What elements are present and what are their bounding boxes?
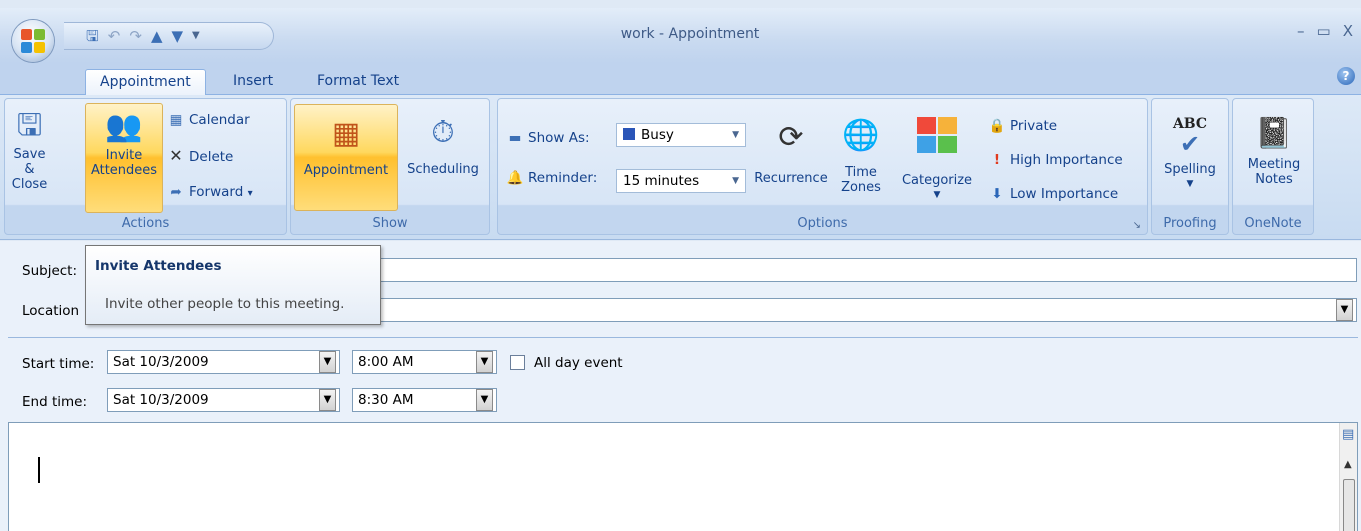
tooltip: Invite Attendees Invite other people to … [85, 245, 381, 325]
spelling-button[interactable]: ABC ✔ Spelling ▼ [1154, 107, 1226, 211]
meeting-notes-button[interactable]: 📓 Meeting Notes [1237, 107, 1311, 211]
end-time-dropdown-button[interactable]: ▼ [476, 389, 493, 411]
low-importance-icon: ⬇ [991, 186, 1003, 202]
group-label-options: Options [797, 216, 848, 231]
previous-item-icon[interactable]: ▲ [151, 28, 163, 44]
vertical-scrollbar[interactable]: ▤ ▲ [1339, 423, 1357, 531]
checkmark-icon: ✔ [1179, 130, 1201, 158]
save-close-button[interactable]: 🖫 Save & Close [7, 103, 52, 211]
minimize-button[interactable]: – [1297, 22, 1305, 40]
chevron-down-icon: ▼ [933, 190, 941, 200]
forward-button[interactable]: ➦ Forward ▾ [167, 183, 253, 203]
all-day-label: All day event [534, 355, 623, 371]
maximize-button[interactable]: ▭ [1317, 22, 1331, 40]
low-importance-button[interactable]: ⬇ Low Importance [988, 185, 1118, 203]
categorize-button[interactable]: Categorize ▼ [896, 107, 978, 211]
calendar-icon: ▦ [169, 112, 183, 128]
calendar-button[interactable]: ▦ Calendar [167, 111, 250, 129]
bell-icon: 🔔 [506, 170, 524, 186]
time-zones-button[interactable]: 🌐 Time Zones [836, 107, 886, 211]
group-label-onenote: OneNote [1244, 216, 1302, 231]
chevron-down-icon: ▾ [247, 188, 253, 199]
ruler-icon[interactable]: ▤ [1342, 427, 1354, 442]
start-date-input[interactable]: Sat 10/3/2009 [107, 350, 340, 374]
reminder-dropdown[interactable]: 15 minutes ▼ [616, 169, 746, 193]
chevron-down-icon: ▼ [732, 130, 739, 140]
window-controls: – ▭ X [1297, 22, 1353, 40]
start-time-dropdown-button[interactable]: ▼ [476, 351, 493, 373]
tooltip-description: Invite other people to this meeting. [105, 296, 345, 312]
group-show: ▦ Appointment ⏱ Scheduling Show [290, 98, 490, 235]
reminder-label: 🔔 Reminder: [506, 170, 598, 186]
group-proofing: ABC ✔ Spelling ▼ Proofing [1151, 98, 1229, 235]
text-cursor [38, 457, 40, 483]
chevron-down-icon: ▼ [732, 176, 739, 186]
people-icon: 👥 [105, 109, 143, 144]
lock-icon: 🔒 [988, 118, 1006, 134]
location-dropdown-button[interactable]: ▼ [1336, 299, 1353, 321]
show-as-icon: ▬ [508, 130, 522, 146]
end-date-input[interactable]: Sat 10/3/2009 [107, 388, 340, 412]
save-close-icon: 🖫 [16, 108, 43, 143]
end-time-label: End time: [22, 394, 87, 410]
redo-icon[interactable]: ↷ [129, 28, 142, 44]
recurrence-button[interactable]: ⟳ Recurrence [749, 107, 833, 211]
ribbon-tabs: Appointment Insert Format Text ? [0, 63, 1361, 96]
recurrence-icon: ⟳ [778, 120, 804, 155]
delete-icon: ✕ [169, 146, 183, 165]
tab-format-text[interactable]: Format Text [303, 69, 413, 95]
group-label-proofing: Proofing [1163, 216, 1217, 231]
undo-icon[interactable]: ↶ [108, 28, 121, 44]
show-as-label: ▬ Show As: [506, 129, 590, 147]
office-logo-icon [21, 29, 45, 53]
group-label-show: Show [372, 216, 408, 231]
delete-button[interactable]: ✕ Delete [167, 147, 233, 166]
next-item-icon[interactable]: ▼ [171, 28, 183, 44]
tooltip-title: Invite Attendees [95, 258, 222, 274]
group-options: ▬ Show As: Busy ▼ 🔔 Reminder: 15 minutes ▼… [497, 98, 1148, 235]
end-date-dropdown-button[interactable]: ▼ [319, 389, 336, 411]
high-importance-icon: ! [993, 152, 1001, 168]
dialog-launcher-icon[interactable]: ↘ [1133, 220, 1141, 231]
all-day-checkbox[interactable] [510, 355, 525, 370]
location-label: Location [22, 303, 80, 319]
high-importance-button[interactable]: ! High Importance [988, 151, 1123, 169]
help-icon[interactable]: ? [1337, 67, 1355, 85]
scheduling-button[interactable]: ⏱ Scheduling [399, 104, 487, 211]
notes-body-editor[interactable]: ▤ ▲ [8, 422, 1358, 531]
subject-label: Subject: [22, 263, 78, 279]
tab-appointment[interactable]: Appointment [85, 69, 206, 96]
quick-access-toolbar: 🖫 ↶ ↷ ▲ ▼ ▼ [64, 22, 274, 50]
close-button[interactable]: X [1343, 22, 1353, 40]
busy-swatch-icon [623, 128, 635, 140]
forward-icon: ➦ [170, 184, 182, 200]
onenote-icon: 📓 [1255, 116, 1293, 151]
window-title: work - Appointment [620, 26, 760, 42]
private-button[interactable]: 🔒 Private [988, 117, 1057, 135]
group-label-actions: Actions [121, 216, 170, 231]
save-icon[interactable]: 🖫 [86, 28, 99, 44]
show-as-dropdown[interactable]: Busy ▼ [616, 123, 746, 147]
customize-qat-icon[interactable]: ▼ [192, 31, 200, 41]
chevron-down-icon: ▼ [1186, 179, 1194, 189]
start-time-label: Start time: [22, 356, 95, 372]
scheduling-icon: ⏱ [431, 115, 455, 150]
categorize-icon [896, 117, 978, 161]
group-actions: 🖫 Save & Close 👥 Invite Attendees ▦ Calen… [4, 98, 287, 235]
appointment-view-button[interactable]: ▦ Appointment [294, 104, 398, 211]
group-onenote: 📓 Meeting Notes OneNote [1232, 98, 1314, 235]
scroll-thumb[interactable] [1343, 479, 1355, 531]
divider [8, 337, 1358, 338]
start-date-dropdown-button[interactable]: ▼ [319, 351, 336, 373]
tab-insert[interactable]: Insert [219, 69, 287, 95]
appointment-icon: ▦ [331, 116, 361, 151]
ribbon: 🖫 Save & Close 👥 Invite Attendees ▦ Calen… [0, 95, 1361, 240]
title-bar: 🖫 ↶ ↷ ▲ ▼ ▼ work - Appointment – ▭ X [0, 8, 1361, 63]
office-button[interactable] [12, 20, 54, 62]
scroll-up-icon[interactable]: ▲ [1344, 459, 1352, 470]
invite-attendees-button[interactable]: 👥 Invite Attendees [85, 103, 163, 213]
globe-icon: 🌐 [842, 118, 880, 153]
